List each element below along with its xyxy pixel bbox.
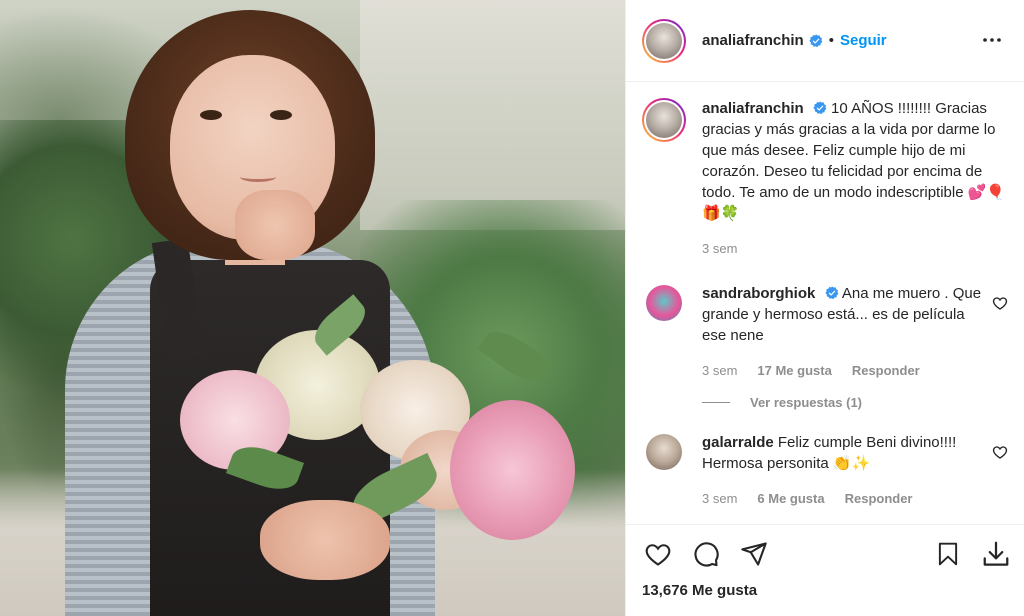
share-button[interactable] [738, 538, 770, 570]
share-icon [741, 541, 767, 566]
avatar-image [646, 102, 682, 138]
comment-icon [694, 541, 719, 567]
verified-badge-icon [824, 286, 838, 300]
comment-username[interactable]: sandraborghiok [702, 285, 815, 302]
avatar-image [646, 22, 682, 59]
heart-icon[interactable] [992, 295, 1008, 311]
comment-time[interactable]: 3 sem [702, 488, 737, 509]
header-separator: • [828, 32, 834, 49]
action-bar [626, 524, 1024, 582]
more-horizontal-icon[interactable] [976, 24, 1008, 56]
reply-button[interactable]: Responder [845, 488, 913, 509]
avatar[interactable] [642, 18, 686, 63]
heart-icon[interactable] [992, 444, 1008, 460]
comment-avatar[interactable] [646, 285, 682, 321]
caption-username[interactable]: analiafranchin [702, 100, 804, 117]
caption-body: analiafranchin 10 AÑOS !!!!!!!! Gracias … [702, 98, 1008, 259]
comment-item: galarralde Feliz cumple Beni divino!!!! … [642, 432, 1008, 509]
flower-peony [450, 400, 575, 540]
caption-meta: 3 sem [702, 238, 1008, 259]
caption-text: 10 AÑOS !!!!!!!! Gracias gracias y más g… [702, 100, 1006, 222]
verified-badge-icon [813, 101, 827, 115]
caption-time[interactable]: 3 sem [702, 238, 737, 259]
instagram-post: analiafranchin • Seguir analiafranchin 1… [0, 0, 1024, 616]
caption-avatar[interactable] [642, 98, 686, 142]
replies-divider [702, 402, 730, 403]
post-photo[interactable] [0, 0, 625, 616]
comment-likes[interactable]: 17 Me gusta [757, 360, 831, 381]
comment-meta: 3 sem 17 Me gusta Responder [702, 360, 984, 381]
comment-body: sandraborghiok Ana me muero . Que grande… [702, 283, 1008, 381]
comment-username[interactable]: galarralde [702, 434, 774, 451]
bookmark-icon [938, 542, 958, 565]
comment-likes[interactable]: 6 Me gusta [757, 488, 824, 509]
download-icon [983, 541, 1009, 566]
follow-button[interactable]: Seguir [840, 32, 887, 49]
header-username[interactable]: analiafranchin [702, 32, 804, 49]
comment-time[interactable]: 3 sem [702, 360, 737, 381]
heart-icon [645, 543, 671, 566]
child-hand-chin [235, 190, 315, 260]
comments-section: analiafranchin 10 AÑOS !!!!!!!! Gracias … [626, 82, 1024, 524]
leaf [477, 322, 553, 390]
comment-avatar[interactable] [646, 434, 682, 470]
comment-button[interactable] [690, 538, 722, 570]
comment-body: galarralde Feliz cumple Beni divino!!!! … [702, 432, 1008, 509]
like-button[interactable] [642, 538, 674, 570]
reply-button[interactable]: Responder [852, 360, 920, 381]
view-replies-button[interactable]: Ver respuestas (1) [702, 395, 1008, 410]
likes-count[interactable]: 13,676 Me gusta [626, 582, 1024, 616]
photo-background-wall [360, 0, 625, 230]
download-button[interactable] [980, 538, 1012, 570]
view-replies-label: Ver respuestas (1) [750, 395, 863, 410]
verified-badge-icon [809, 33, 823, 47]
child-mouth [240, 172, 276, 182]
child-eye-right [270, 110, 292, 120]
child-eye-left [200, 110, 222, 120]
caption: analiafranchin 10 AÑOS !!!!!!!! Gracias … [642, 98, 1008, 259]
comment-item: sandraborghiok Ana me muero . Que grande… [642, 283, 1008, 381]
post-header: analiafranchin • Seguir [626, 0, 1024, 82]
comment-meta: 3 sem 6 Me gusta Responder [702, 488, 984, 509]
save-button[interactable] [932, 538, 964, 570]
post-side-panel: analiafranchin • Seguir analiafranchin 1… [625, 0, 1024, 616]
child-hand-bouquet [260, 500, 390, 580]
